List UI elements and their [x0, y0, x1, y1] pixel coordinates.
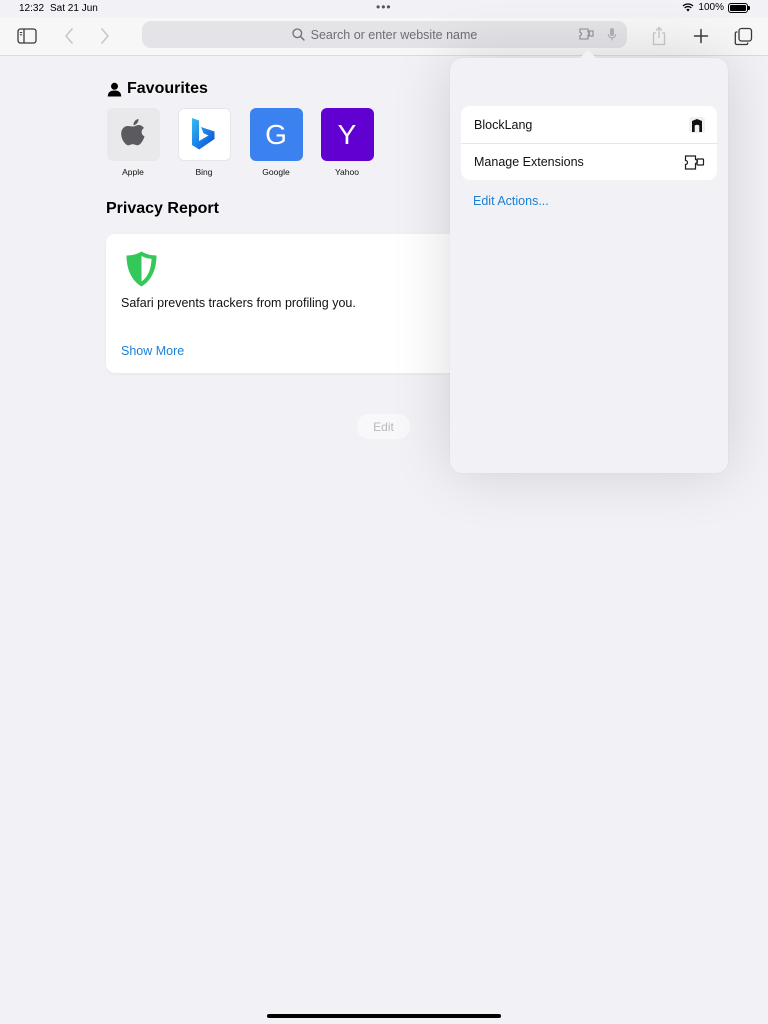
share-button[interactable] — [646, 23, 672, 49]
back-button[interactable] — [56, 23, 82, 49]
plus-icon — [693, 28, 709, 44]
privacy-report-title: Privacy Report — [106, 200, 219, 217]
favourite-label: Yahoo — [335, 167, 359, 177]
extension-blocklang[interactable]: BlockLang — [461, 106, 717, 143]
status-time: 12:32 — [19, 3, 45, 14]
favourite-yahoo[interactable]: Y Yahoo — [315, 108, 379, 177]
bing-logo-icon — [192, 117, 215, 149]
battery-icon — [728, 2, 750, 13]
extension-label: BlockLang — [474, 117, 533, 132]
favourite-bing[interactable]: Bing — [172, 108, 236, 177]
address-bar[interactable]: Search or enter website name — [142, 21, 627, 48]
home-indicator[interactable] — [267, 1014, 501, 1018]
favourites-header: Favourites — [107, 80, 208, 98]
extension-puzzle-icon — [684, 154, 705, 170]
privacy-message: Safari prevents trackers from profiling … — [121, 296, 356, 310]
yahoo-tile: Y — [320, 108, 374, 161]
multitasking-dots[interactable]: ••• — [376, 0, 392, 14]
extensions-popover: BlockLang Manage Extensions Edit Actions… — [450, 50, 728, 473]
wifi-icon — [682, 3, 694, 12]
microphone-icon[interactable] — [607, 27, 617, 42]
apple-tile — [106, 108, 160, 161]
sidebar-button[interactable] — [14, 23, 40, 49]
battery-percentage: 100% — [698, 2, 724, 13]
shield-icon — [126, 251, 157, 287]
status-date: Sat 21 Jun — [50, 3, 98, 14]
extensions-list: BlockLang Manage Extensions — [461, 106, 717, 180]
search-icon — [291, 28, 305, 41]
status-indicators: 100% — [682, 2, 750, 13]
back-icon — [65, 28, 73, 44]
tab-overview-button[interactable] — [730, 23, 756, 49]
edit-button[interactable]: Edit — [357, 414, 410, 439]
google-tile: G — [249, 108, 303, 161]
favourite-label: Google — [262, 167, 290, 177]
status-bar: 12:32 Sat 21 Jun ••• 100% — [0, 0, 768, 18]
bing-tile — [177, 108, 231, 161]
favourites-title: Favourites — [127, 80, 208, 97]
favourite-apple[interactable]: Apple — [101, 108, 165, 177]
favourite-label: Apple — [122, 167, 144, 177]
battery-level — [730, 4, 746, 11]
extension-icon[interactable] — [579, 27, 595, 41]
favourite-label: Bing — [195, 167, 213, 177]
manage-extensions[interactable]: Manage Extensions — [461, 143, 717, 180]
address-placeholder: Search or enter website name — [310, 27, 478, 42]
extension-label: Manage Extensions — [474, 155, 584, 169]
share-icon — [652, 26, 666, 46]
person-icon — [107, 82, 122, 96]
forward-icon — [101, 28, 109, 44]
privacy-report-card[interactable]: Safari prevents trackers from profiling … — [106, 234, 486, 373]
apple-logo-icon — [121, 118, 145, 145]
browser-toolbar: Search or enter website name — [0, 18, 768, 56]
tabs-icon — [734, 27, 752, 45]
sidebar-icon — [17, 28, 37, 44]
edit-actions-link[interactable]: Edit Actions... — [473, 194, 549, 208]
favourite-google[interactable]: G Google — [244, 108, 308, 177]
show-more-link[interactable]: Show More — [121, 344, 184, 358]
forward-button[interactable] — [92, 23, 118, 49]
new-tab-button[interactable] — [688, 23, 714, 49]
blocklang-icon — [689, 116, 705, 133]
